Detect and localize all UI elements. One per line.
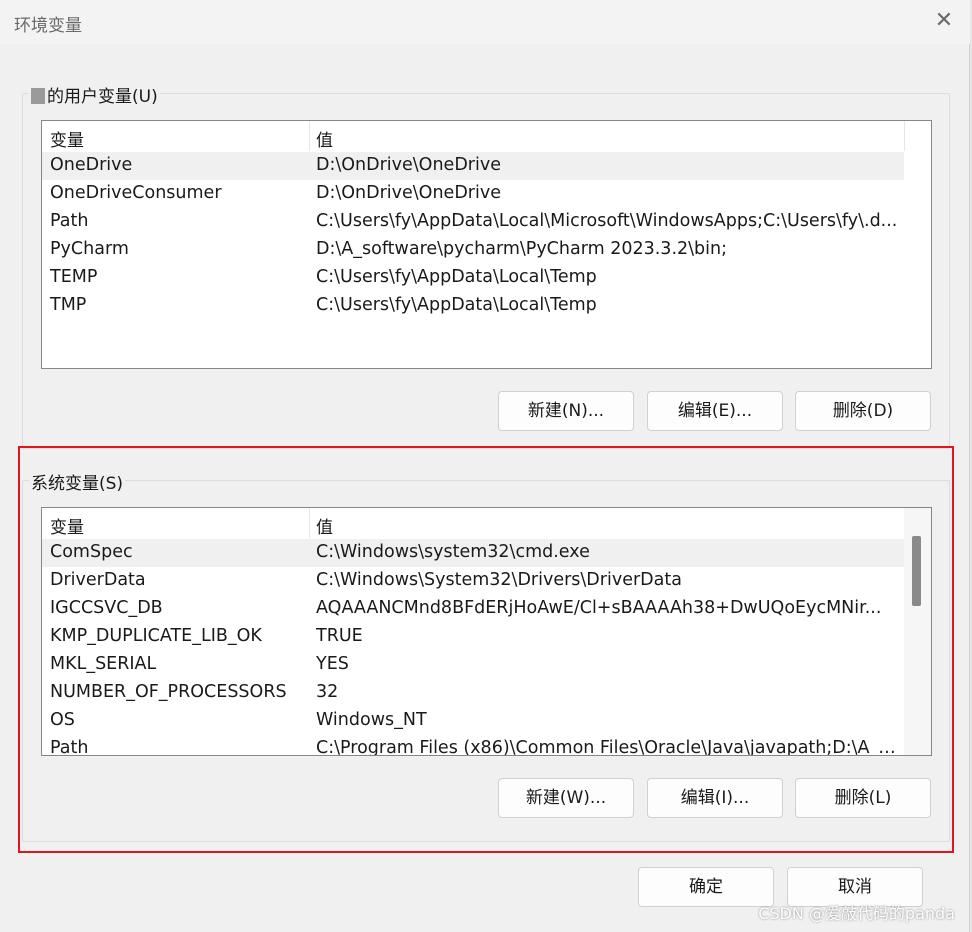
column-separator[interactable] bbox=[904, 121, 905, 151]
table-row[interactable]: PyCharm D:\A_software\pycharm\PyCharm 20… bbox=[42, 236, 904, 264]
table-row[interactable]: Path C:\Users\fy\AppData\Local\Microsoft… bbox=[42, 208, 904, 236]
user-edit-button[interactable]: 编辑(E)... bbox=[647, 391, 783, 431]
close-icon[interactable]: ✕ bbox=[932, 10, 956, 34]
variable-name: OneDriveConsumer bbox=[50, 183, 222, 203]
variable-value: C:\Users\fy\AppData\Local\Temp bbox=[316, 295, 597, 315]
window-title: 环境变量 bbox=[14, 16, 82, 36]
environment-variables-dialog: 环境变量 ✕ 的用户变量(U) 变量 值 OneDrive D:\OnDrive… bbox=[0, 0, 970, 932]
column-header-value[interactable]: 值 bbox=[316, 126, 333, 151]
variable-name: TMP bbox=[50, 295, 87, 315]
table-row[interactable]: OneDriveConsumer D:\OnDrive\OneDrive bbox=[42, 180, 904, 208]
watermark: CSDN @爱敲代码的panda bbox=[758, 904, 955, 923]
table-row[interactable]: OneDrive D:\OnDrive\OneDrive bbox=[42, 152, 904, 180]
variable-value: C:\Users\fy\AppData\Local\Temp bbox=[316, 267, 597, 287]
user-variables-list[interactable]: 变量 值 OneDrive D:\OnDrive\OneDrive OneDri… bbox=[41, 120, 932, 369]
user-variables-label: 的用户变量(U) bbox=[47, 87, 158, 107]
ok-button[interactable]: 确定 bbox=[638, 867, 774, 907]
variable-value: D:\OnDrive\OneDrive bbox=[316, 155, 501, 175]
list-header: 变量 值 bbox=[42, 121, 931, 151]
column-header-variable[interactable]: 变量 bbox=[50, 126, 84, 151]
variable-value: C:\Users\fy\AppData\Local\Microsoft\Wind… bbox=[316, 211, 898, 231]
user-variables-legend: 的用户变量(U) bbox=[29, 82, 160, 107]
variable-value: D:\A_software\pycharm\PyCharm 2023.3.2\b… bbox=[316, 239, 727, 259]
table-row[interactable]: TEMP C:\Users\fy\AppData\Local\Temp bbox=[42, 264, 904, 292]
title-bar: 环境变量 ✕ bbox=[0, 0, 970, 44]
user-delete-button[interactable]: 删除(D) bbox=[795, 391, 931, 431]
user-new-button[interactable]: 新建(N)... bbox=[498, 391, 634, 431]
highlight-annotation bbox=[18, 446, 954, 853]
variable-name: OneDrive bbox=[50, 155, 133, 175]
variable-value: D:\OnDrive\OneDrive bbox=[316, 183, 501, 203]
table-row[interactable]: TMP C:\Users\fy\AppData\Local\Temp bbox=[42, 292, 904, 320]
column-separator[interactable] bbox=[309, 121, 310, 151]
variable-name: Path bbox=[50, 211, 89, 231]
variable-name: PyCharm bbox=[50, 239, 129, 259]
user-icon bbox=[31, 88, 45, 104]
variable-name: TEMP bbox=[50, 267, 98, 287]
